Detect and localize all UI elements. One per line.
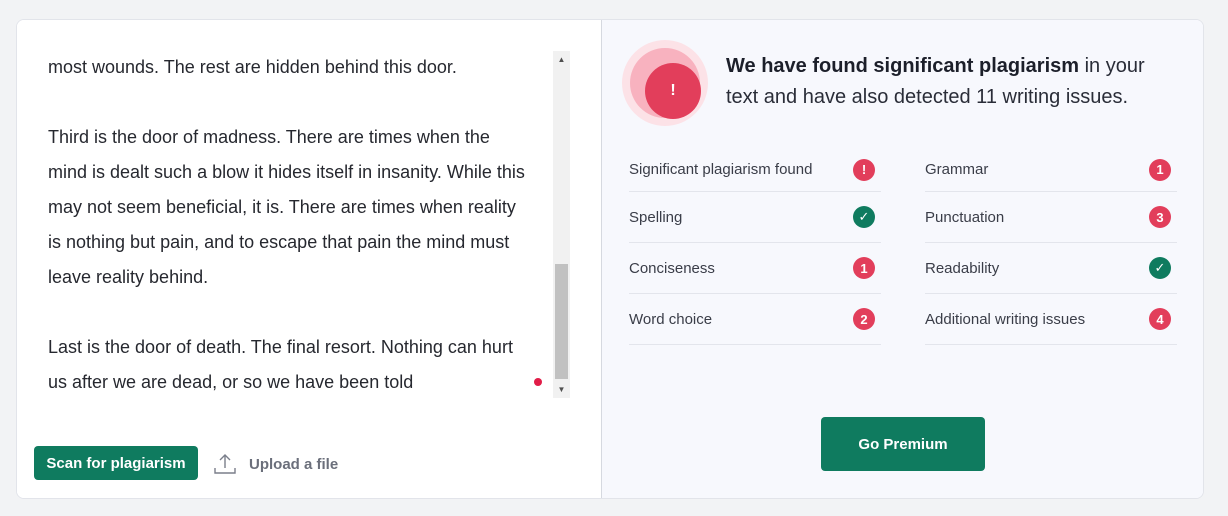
scan-for-plagiarism-button[interactable]: Scan for plagiarism: [34, 446, 198, 480]
issue-label: Conciseness: [629, 259, 715, 277]
issue-count-badge: 2: [853, 308, 875, 330]
issue-row[interactable]: Additional writing issues 4: [925, 294, 1177, 345]
text-editor[interactable]: most wounds. The rest are hidden behind …: [48, 50, 552, 400]
editor-line: Last is the door of death. The final res…: [48, 337, 513, 357]
result-headline: We have found significant plagiarism in …: [726, 51, 1166, 113]
editor-line: most wounds. The rest are hidden behind …: [48, 57, 457, 77]
issues-column-left: Significant plagiarism found! Spelling ✓ Co…: [629, 148, 881, 345]
issue-row[interactable]: Grammar 1: [925, 148, 1177, 192]
results-panel: ! We have found significant plagiarism i…: [602, 20, 1203, 498]
editor-scrollbar[interactable]: ▲ ▼: [553, 51, 570, 398]
issue-label: Grammar: [925, 161, 989, 178]
issue-count-badge: 4: [1149, 308, 1171, 330]
upload-icon: [213, 452, 237, 476]
alert-ring: !: [630, 48, 701, 119]
issue-row[interactable]: Spelling ✓: [629, 192, 881, 243]
check-icon: ✓: [853, 206, 875, 228]
upload-file-button[interactable]: Upload a file: [213, 450, 338, 478]
issue-label: Punctuation: [925, 208, 1005, 226]
editor-line: mind is dealt such a blow it hides itsel…: [48, 162, 525, 182]
issue-label: Spelling: [629, 208, 683, 226]
plagiarism-checker-card: most wounds. The rest are hidden behind …: [16, 19, 1204, 499]
issue-count-badge: 1: [1149, 158, 1171, 181]
scroll-up-arrow-icon[interactable]: ▲: [553, 51, 570, 68]
editor-line: Third is the door of madness. There are …: [48, 127, 490, 147]
issue-row[interactable]: Word choice 2: [629, 294, 881, 345]
issue-row[interactable]: Significant plagiarism found!: [629, 148, 881, 192]
issues-column-right: Grammar 1 Punctuation 3 Readability ✓ Addition…: [925, 148, 1177, 345]
status-dot: [534, 378, 542, 386]
editor-line: leave reality behind.: [48, 267, 209, 287]
issue-row[interactable]: Conciseness 1: [629, 243, 881, 294]
issue-count-badge: 3: [1149, 206, 1171, 228]
scroll-down-arrow-icon[interactable]: ▼: [553, 381, 570, 398]
issue-label: Word choice: [629, 310, 713, 328]
go-premium-button[interactable]: Go Premium: [821, 417, 985, 471]
issue-count-badge: !: [853, 158, 875, 181]
editor-panel: most wounds. The rest are hidden behind …: [17, 20, 601, 498]
issue-label: Readability: [925, 259, 1000, 277]
headline-bold: We have found significant plagiarism: [726, 55, 1080, 77]
editor-line: us after we are dead, or so we have been…: [48, 372, 414, 392]
plagiarism-alert-icon: !: [622, 40, 708, 126]
exclamation-icon: !: [645, 63, 701, 119]
editor-line: may not seem beneficial, it is. There ar…: [48, 197, 516, 217]
issue-label: Significant plagiarism found: [629, 161, 813, 178]
upload-file-label: Upload a file: [249, 455, 339, 473]
scroll-thumb[interactable]: [555, 264, 568, 379]
issue-label: Additional writing issues: [925, 310, 1086, 328]
issue-row[interactable]: Readability ✓: [925, 243, 1177, 294]
issue-count-badge: 1: [853, 257, 875, 279]
issue-row[interactable]: Punctuation 3: [925, 192, 1177, 243]
check-icon: ✓: [1149, 257, 1171, 279]
editor-line: is nothing but pain, and to escape that …: [48, 232, 510, 252]
